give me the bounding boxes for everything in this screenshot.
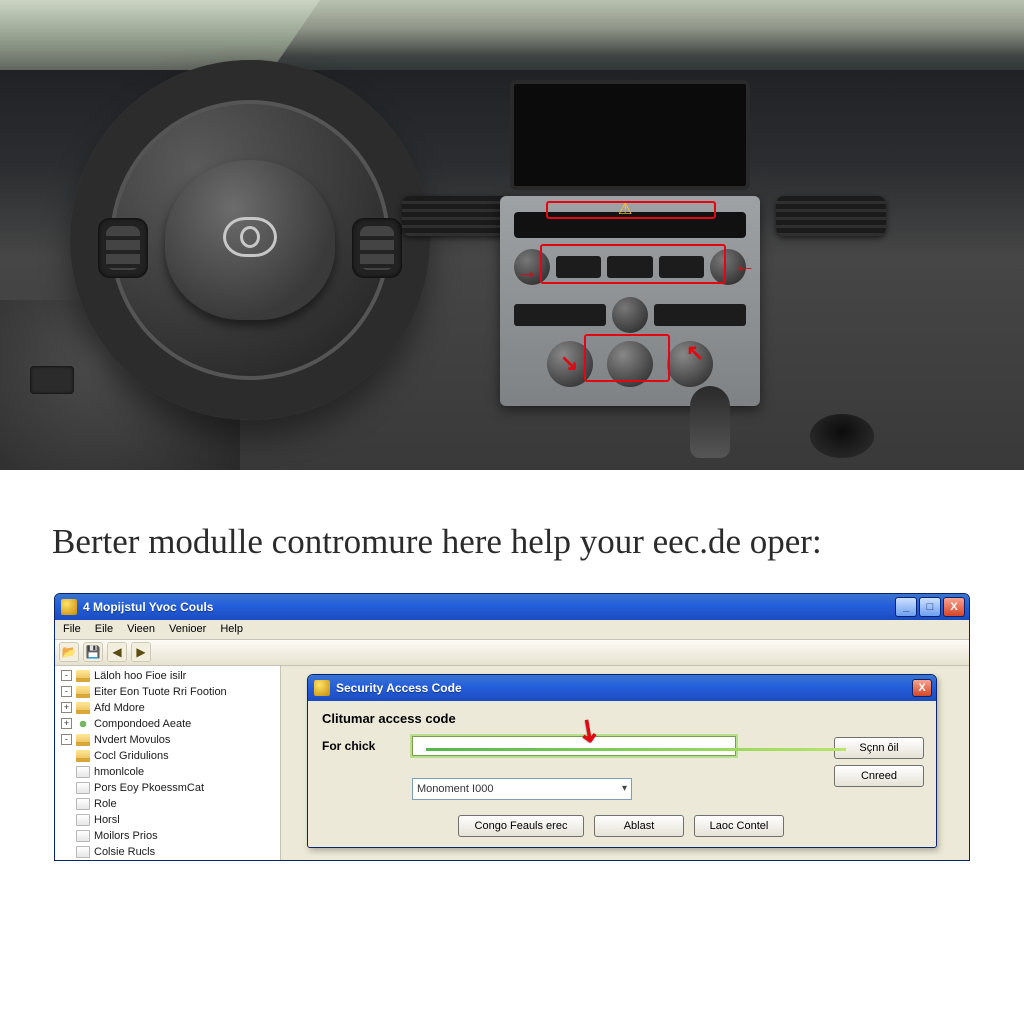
tree-label: Afd Mdore <box>94 702 145 714</box>
close-button[interactable]: X <box>943 597 965 617</box>
tree-node[interactable]: hmonlcole <box>55 764 280 780</box>
annotation-box <box>540 244 726 284</box>
cancel-button[interactable]: Cnreed <box>834 765 924 787</box>
vehicle-interior-photo: ⚠ → ↘ ← ↖ <box>0 0 1024 470</box>
submit-button[interactable]: Sçnn ôil <box>834 737 924 759</box>
tree-label: Compondoed Aeate <box>94 718 191 730</box>
tree-node[interactable]: Colsie Rucls <box>55 844 280 860</box>
expand-icon[interactable]: + <box>61 718 72 729</box>
tree-node[interactable]: Horsl <box>55 812 280 828</box>
dialog-title: Security Access Code <box>336 681 906 695</box>
tree-label: Nvdert Movulos <box>94 734 170 746</box>
tree-label: Eiter Eon Tuote Rri Footion <box>94 686 227 698</box>
menu-item[interactable]: Eile <box>95 623 113 635</box>
tree-label: Role <box>94 798 117 810</box>
dialog-titlebar[interactable]: Security Access Code X <box>308 675 936 701</box>
folder-icon <box>76 686 90 698</box>
page-icon <box>76 782 90 794</box>
tree-node[interactable]: Cocl Gridulions <box>55 748 280 764</box>
security-access-dialog: Security Access Code X Clitumar access c… <box>307 674 937 848</box>
page-icon <box>76 846 90 858</box>
tree-node[interactable]: - Nvdert Movulos <box>55 732 280 748</box>
input-highlight <box>426 748 846 751</box>
steering-controls-left <box>98 218 148 278</box>
minimize-button[interactable]: _ <box>895 597 917 617</box>
page-icon <box>76 830 90 842</box>
door-control <box>30 366 74 394</box>
tree-label: Läloh hoo Fioe isilr <box>94 670 186 682</box>
steering-controls-right <box>352 218 402 278</box>
menu-bar: File Eile Vieen Venioer Help <box>55 620 969 640</box>
tree-label: Pors Eoy PkoessmCat <box>94 782 204 794</box>
manufacturer-logo-icon <box>223 217 277 257</box>
cupholder <box>810 414 874 458</box>
tree-node[interactable]: Pors Eoy PkoessmCat <box>55 780 280 796</box>
folder-icon <box>76 734 90 746</box>
folder-icon <box>76 670 90 682</box>
abort-button[interactable]: Ablast <box>594 815 684 837</box>
dialog-heading: Clitumar access code <box>322 711 922 726</box>
config-button[interactable]: Congo Feauls erec <box>458 815 584 837</box>
page-icon <box>76 766 90 778</box>
article-caption: Berter modulle contromure here help your… <box>0 470 1024 585</box>
tree-label: hmonlcole <box>94 766 144 778</box>
menu-item[interactable]: Venioer <box>169 623 206 635</box>
toolbar-forward-icon[interactable]: ▶ <box>131 642 151 662</box>
annotation-box <box>584 334 670 382</box>
tree-node[interactable]: - Läloh hoo Fioe isilr <box>55 668 280 684</box>
window-title: 4 Mopijstul Yvoc Couls <box>83 600 889 614</box>
maximize-button[interactable]: □ <box>919 597 941 617</box>
folder-icon <box>76 702 90 714</box>
select-value: Monoment I000 <box>417 783 493 795</box>
expand-icon[interactable]: - <box>61 734 72 745</box>
expand-icon[interactable]: - <box>61 686 72 697</box>
expand-icon[interactable]: - <box>61 670 72 681</box>
module-tree[interactable]: - Läloh hoo Fioe isilr - Eiter Eon Tuote Rr… <box>55 666 281 860</box>
code-field-label: For chick <box>322 739 402 753</box>
menu-item[interactable]: Vieen <box>127 623 155 635</box>
expand-icon[interactable]: + <box>61 702 72 713</box>
tree-label: Moilors Prios <box>94 830 158 842</box>
menu-item[interactable]: Help <box>220 623 243 635</box>
infotainment-screen <box>510 80 750 190</box>
toolbar: 📂 💾 ◀ ▶ <box>55 640 969 666</box>
annotation-box <box>546 201 716 219</box>
module-select[interactable]: Monoment I000 ▾ <box>412 778 632 800</box>
menu-item[interactable]: File <box>63 623 81 635</box>
local-control-button[interactable]: Laoc Contel <box>694 815 784 837</box>
annotation-arrow-icon: → <box>516 258 538 284</box>
tree-node[interactable]: Role <box>55 796 280 812</box>
air-vent <box>402 196 512 236</box>
air-vent <box>776 196 886 236</box>
toolbar-open-icon[interactable]: 📂 <box>59 642 79 662</box>
steering-wheel <box>70 60 430 420</box>
annotation-arrow-icon: ↘ <box>560 350 578 376</box>
dialog-close-button[interactable]: X <box>912 679 932 697</box>
window-titlebar[interactable]: 4 Mopijstul Yvoc Couls _ □ X <box>55 594 969 620</box>
diagnostic-app-window: 4 Mopijstul Yvoc Couls _ □ X File Eile V… <box>54 593 970 861</box>
app-icon <box>61 599 77 615</box>
gear-shifter <box>690 386 730 458</box>
chevron-down-icon: ▾ <box>622 783 627 794</box>
tree-node[interactable]: + Compondoed Aeate <box>55 716 280 732</box>
shield-icon <box>314 680 330 696</box>
tree-label: Horsl <box>94 814 120 826</box>
toolbar-back-icon[interactable]: ◀ <box>107 642 127 662</box>
annotation-arrow-icon: ← <box>734 252 756 278</box>
tree-node[interactable]: + Afd Mdore <box>55 700 280 716</box>
page-icon <box>76 798 90 810</box>
annotation-arrow-icon: ↖ <box>686 340 704 366</box>
tree-label: Cocl Gridulions <box>94 750 169 762</box>
tree-node[interactable]: - Eiter Eon Tuote Rri Footion <box>55 684 280 700</box>
gear-icon <box>76 718 90 730</box>
tree-node[interactable]: Moilors Prios <box>55 828 280 844</box>
folder-icon <box>76 750 90 762</box>
toolbar-save-icon[interactable]: 💾 <box>83 642 103 662</box>
content-pane: Security Access Code X Clitumar access c… <box>281 666 969 860</box>
page-icon <box>76 814 90 826</box>
tree-label: Colsie Rucls <box>94 846 155 858</box>
